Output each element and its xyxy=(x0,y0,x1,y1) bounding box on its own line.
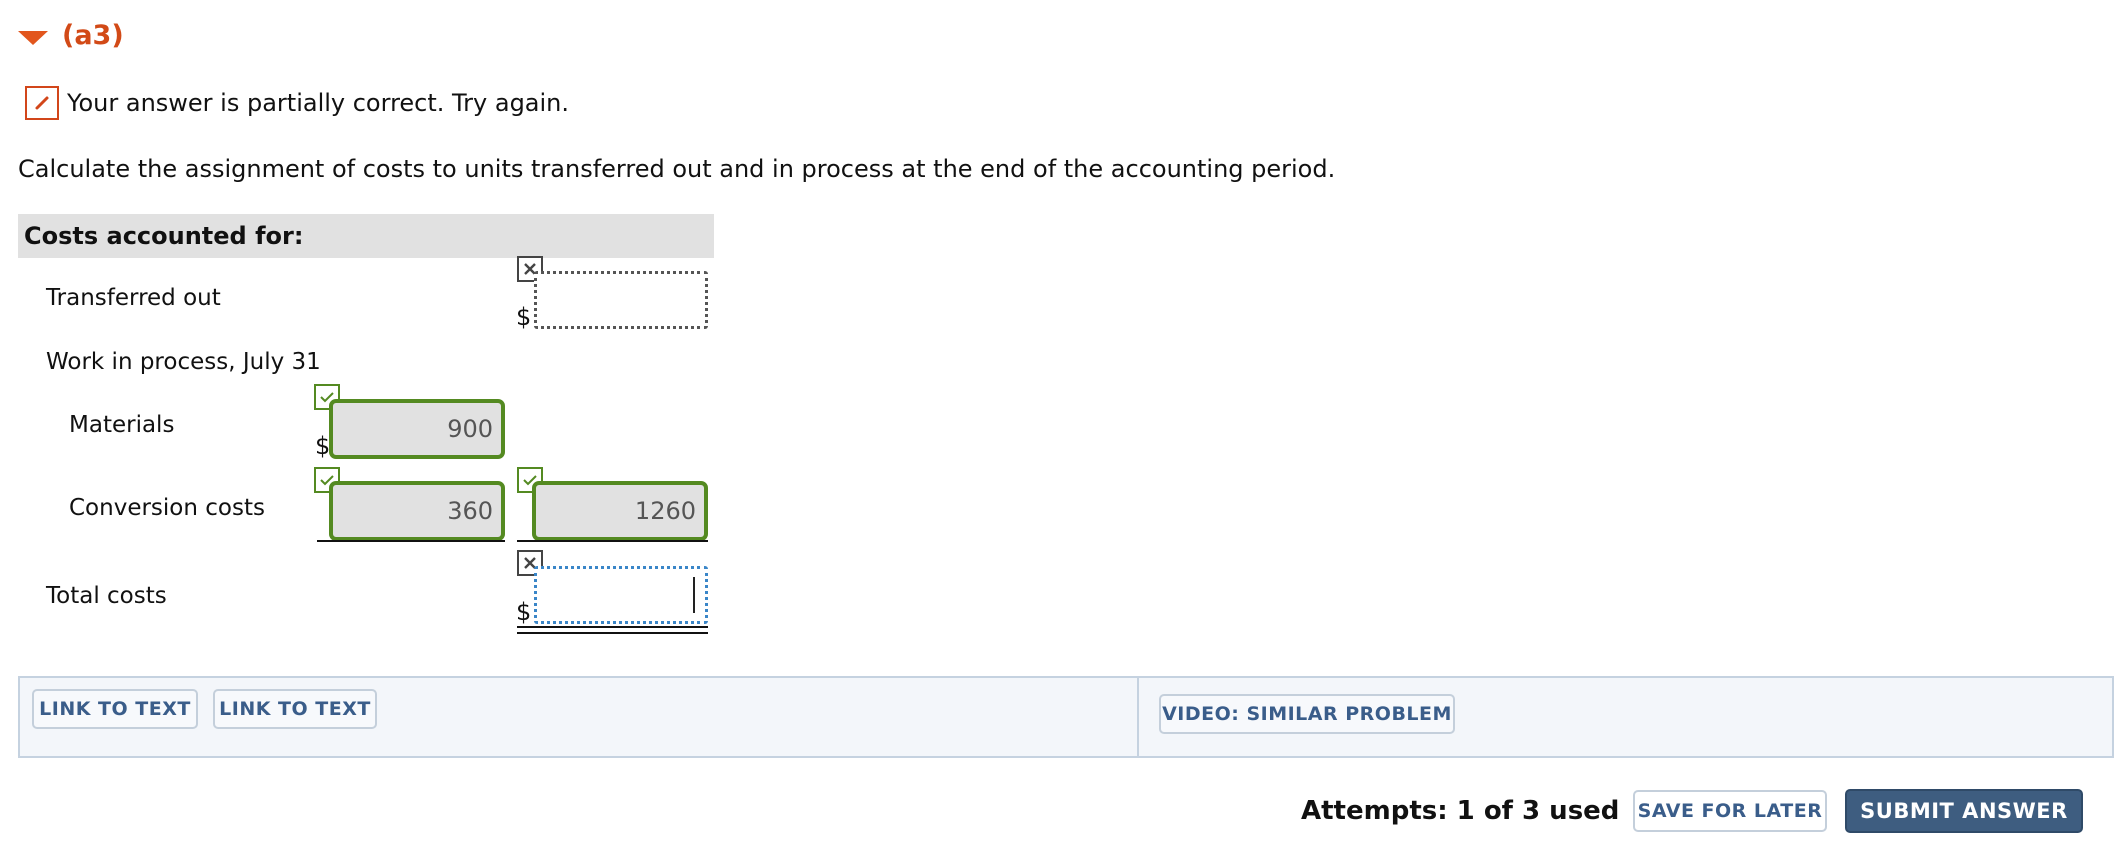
subtotal-underline xyxy=(517,540,708,542)
link-to-text-button[interactable]: LINK TO TEXT xyxy=(213,689,377,729)
label-materials: Materials xyxy=(69,412,175,438)
total-double-underline xyxy=(517,632,708,634)
label-total-costs: Total costs xyxy=(46,583,167,609)
currency-symbol: $ xyxy=(516,598,532,626)
link-to-text-button[interactable]: LINK TO TEXT xyxy=(32,689,198,729)
feedback-text: Your answer is partially correct. Try ag… xyxy=(67,89,570,117)
part-title: (a3) xyxy=(62,20,124,51)
section-label: Costs accounted for: xyxy=(24,222,304,250)
conversion-costs-input[interactable]: 360 xyxy=(329,481,505,541)
part-header[interactable]: (a3) xyxy=(18,20,124,51)
wip-subtotal-input[interactable]: 1260 xyxy=(532,481,708,541)
label-transferred-out: Transferred out xyxy=(46,285,221,311)
text-cursor xyxy=(693,577,695,613)
section-header: Costs accounted for: xyxy=(18,214,714,258)
panel-divider xyxy=(1137,676,1139,758)
currency-symbol: $ xyxy=(516,303,532,331)
transferred-out-input[interactable] xyxy=(534,271,708,329)
currency-symbol: $ xyxy=(315,432,331,460)
label-conversion-costs: Conversion costs xyxy=(69,495,265,521)
video-similar-problem-button[interactable]: VIDEO: SIMILAR PROBLEM xyxy=(1159,694,1455,734)
materials-input[interactable]: 900 xyxy=(329,399,505,459)
save-for-later-button[interactable]: SAVE FOR LATER xyxy=(1633,790,1827,832)
attempts-counter: Attempts: 1 of 3 used xyxy=(1301,796,1620,826)
partially-correct-icon xyxy=(25,86,59,120)
collapse-caret-icon[interactable] xyxy=(18,30,48,45)
total-double-underline xyxy=(517,626,708,628)
total-costs-input[interactable] xyxy=(534,566,708,624)
feedback-message: Your answer is partially correct. Try ag… xyxy=(25,86,569,120)
question-text: Calculate the assignment of costs to uni… xyxy=(18,155,1336,183)
label-work-in-process: Work in process, July 31 xyxy=(46,349,321,375)
submit-answer-button[interactable]: SUBMIT ANSWER xyxy=(1845,789,2083,833)
subtotal-underline xyxy=(317,540,505,542)
